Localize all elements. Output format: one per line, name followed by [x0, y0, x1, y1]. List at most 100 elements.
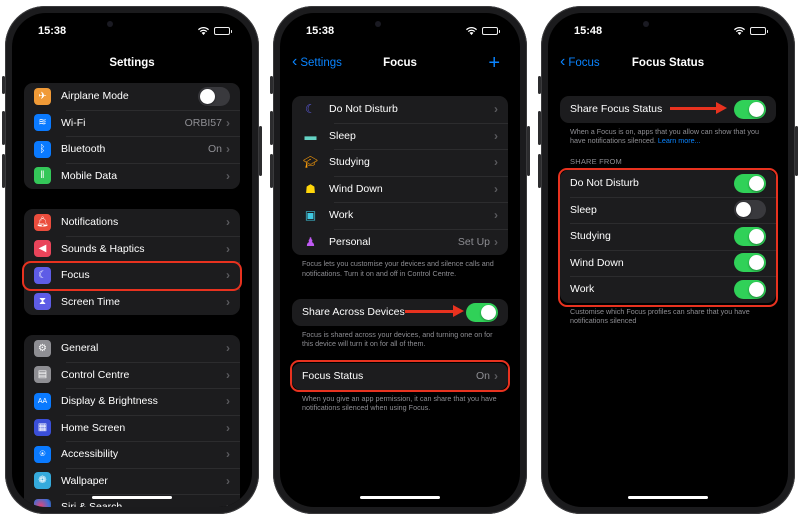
airplane-icon: ✈: [34, 87, 51, 105]
focus-mode-sleep[interactable]: ▬ Sleep ›: [292, 122, 508, 150]
chevron-right-icon: ›: [226, 294, 230, 309]
page-title: Settings: [109, 57, 155, 69]
share-from-header: SHARE FROM: [570, 157, 623, 166]
focus-status-value: On: [475, 370, 490, 383]
settings-item-label: Home Screen: [61, 421, 126, 434]
settings-item-airplane-mode[interactable]: ✈ Airplane Mode: [24, 83, 240, 110]
settings-item-screen-time[interactable]: ⧗ Screen Time ›: [24, 288, 240, 316]
add-focus-button[interactable]: +: [488, 53, 500, 73]
focus-mode-wind-down[interactable]: ☗ Wind Down ›: [292, 175, 508, 203]
back-label: Settings: [300, 57, 342, 69]
settings-item-notifications[interactable]: 🔔︎ Notifications ›: [24, 209, 240, 236]
work-badge-icon: ▣: [304, 208, 317, 223]
mute-switch: [270, 76, 273, 94]
focus-mode-do-not-disturb[interactable]: ☾ Do Not Disturb ›: [292, 96, 508, 123]
share-from-footnote: Customise which Focus profiles can share…: [570, 306, 750, 326]
settings-item-bluetooth[interactable]: ᛒ Bluetooth On ›: [24, 136, 240, 163]
focus-status-row[interactable]: Focus Status On ›: [292, 363, 508, 390]
chevron-right-icon: ›: [494, 369, 498, 384]
chevron-right-icon: ›: [226, 115, 230, 130]
flower-icon: ❁: [34, 472, 51, 490]
share-focus-status-toggle[interactable]: [734, 99, 766, 119]
mute-switch: [2, 76, 5, 94]
share-from-label: Do Not Disturb: [570, 177, 639, 190]
studying-share-toggle[interactable]: [734, 226, 766, 246]
settings-item-general[interactable]: ⚙ General ›: [24, 335, 240, 362]
accessibility-icon: ⍟: [34, 445, 51, 463]
battery-icon: [214, 27, 232, 35]
settings-item-wi-fi[interactable]: ≋ Wi-Fi ORBI57 ›: [24, 109, 240, 137]
focus-status-group: Focus Status On › When you give an app p…: [292, 363, 508, 413]
chevron-right-icon: ›: [226, 447, 230, 462]
settings-item-label: Siri & Search: [61, 501, 226, 507]
text-size-icon: AA: [34, 392, 51, 410]
phone-focus-status: 15:48 ‹ Focus Focus Status Share Focus S…: [538, 6, 798, 514]
share-from-work: Work: [560, 276, 776, 303]
share-focus-status-row: Share Focus Status: [560, 96, 776, 123]
settings-item-label: Airplane Mode: [61, 90, 129, 103]
airplane-mode-toggle[interactable]: [198, 86, 230, 106]
screen-focus-status: 15:48 ‹ Focus Focus Status Share Focus S…: [548, 13, 788, 507]
wind-down-share-toggle[interactable]: [734, 253, 766, 273]
chevron-right-icon: ›: [226, 215, 230, 230]
settings-item-label: Notifications: [61, 216, 119, 229]
settings-item-label: Focus: [61, 269, 90, 282]
focus-mode-label: Studying: [329, 156, 370, 169]
battery-icon: [750, 27, 768, 35]
focus-mode-personal[interactable]: ♟ Personal Set Up ›: [292, 228, 508, 256]
chevron-right-icon: ›: [226, 168, 230, 183]
settings-item-display-and-brightness[interactable]: AA Display & Brightness ›: [24, 388, 240, 415]
share-from-wind-down: Wind Down: [560, 249, 776, 277]
back-button[interactable]: ‹ Settings: [292, 54, 342, 70]
volume-down-button: [270, 154, 273, 188]
focus-modes-footnote: Focus lets you customise your devices an…: [302, 259, 494, 278]
focus-mode-label: Personal: [329, 235, 371, 248]
wifi-status-icon: [734, 27, 745, 35]
chevron-right-icon: ›: [226, 268, 230, 283]
antenna-icon: ǁ: [34, 167, 51, 185]
chevron-right-icon: ›: [494, 234, 498, 249]
settings-item-label: Sounds & Haptics: [61, 242, 145, 255]
screen-settings: 15:38 Settings ✈ Airplane Mode ≋ Wi-Fi ORBI5…: [12, 13, 252, 507]
moon-icon: ☾: [34, 266, 51, 284]
screen-focus: 15:38 ‹ Settings Focus + ☾ Do Not Disturb…: [280, 13, 520, 507]
chevron-right-icon: ›: [226, 241, 230, 256]
share-from-label: Studying: [570, 230, 611, 243]
back-button[interactable]: ‹ Focus: [560, 53, 600, 70]
settings-item-control-centre[interactable]: ▤ Control Centre ›: [24, 361, 240, 389]
settings-item-wallpaper[interactable]: ❁ Wallpaper ›: [24, 467, 240, 495]
focus-mode-studying[interactable]: 🎓︎ Studying ›: [292, 149, 508, 176]
share-focus-status-label: Share Focus Status: [570, 103, 663, 116]
share-across-devices-toggle[interactable]: [466, 302, 498, 322]
volume-up-button: [2, 111, 5, 145]
work-share-toggle[interactable]: [734, 279, 766, 299]
notch: [613, 13, 723, 39]
learn-more-link[interactable]: Learn more...: [658, 136, 701, 145]
settings-item-home-screen[interactable]: ▦ Home Screen ›: [24, 414, 240, 442]
do-not-disturb-share-toggle[interactable]: [734, 173, 766, 193]
settings-item-sounds-and-haptics[interactable]: ◀ Sounds & Haptics ›: [24, 235, 240, 263]
switches-icon: ▤: [34, 366, 51, 384]
focus-modes-group: ☾ Do Not Disturb › ▬ Sleep › 🎓︎ Studying › ☗ Wind …: [292, 96, 508, 278]
bell-icon: 🔔︎: [34, 213, 51, 231]
sleep-share-toggle[interactable]: [734, 200, 766, 220]
settings-item-focus[interactable]: ☾ Focus ›: [24, 262, 240, 289]
settings-item-label: Wi-Fi: [61, 116, 86, 129]
chevron-right-icon: ›: [226, 142, 230, 157]
focus-mode-work[interactable]: ▣ Work ›: [292, 202, 508, 229]
settings-item-label: General: [61, 342, 99, 355]
chevron-left-icon: ‹: [560, 53, 566, 70]
gear-icon: ⚙: [34, 339, 51, 357]
power-button: [259, 126, 262, 176]
home-indicator: [360, 495, 440, 499]
settings-item-mobile-data[interactable]: ǁ Mobile Data ›: [24, 162, 240, 190]
settings-item-accessibility[interactable]: ⍟ Accessibility ›: [24, 441, 240, 468]
focus-mode-label: Wind Down: [329, 182, 383, 195]
app-grid-icon: ▦: [34, 419, 51, 437]
power-button: [527, 126, 530, 176]
volume-up-button: [270, 111, 273, 145]
settings-item-label: Bluetooth: [61, 143, 106, 156]
page-title: Focus: [383, 57, 417, 69]
share-from-label: Sleep: [570, 203, 597, 216]
graduation-cap-icon: 🎓︎: [302, 155, 319, 170]
